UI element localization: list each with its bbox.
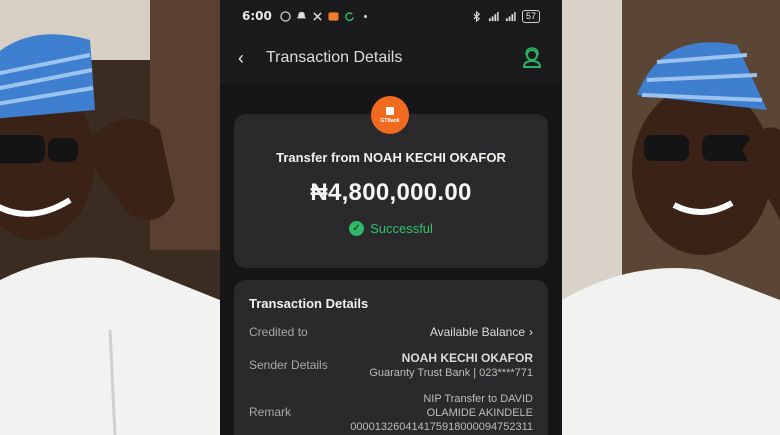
detail-row-sender: Sender Details NOAH KECHI OKAFOR Guarant… xyxy=(249,351,533,379)
notification-icons xyxy=(280,10,371,22)
x-twitter-icon xyxy=(313,11,322,21)
detail-value: Available Balance › xyxy=(430,325,533,339)
man-photo-right xyxy=(562,0,780,435)
transaction-details-card: Transaction Details Credited to Availabl… xyxy=(234,280,548,435)
man-photo-left xyxy=(0,0,220,435)
transfer-from-text: Transfer from NOAH KECHI OKAFOR xyxy=(276,150,506,165)
snapchat-icon xyxy=(296,11,306,18)
page-title: Transaction Details xyxy=(266,49,403,66)
credited-to-value: Available Balance xyxy=(429,325,525,339)
phone-screen: 6:00 57 ‹ Transaction Details GTBank Tra… xyxy=(220,0,562,435)
detail-label: Credited to xyxy=(249,325,308,339)
status-badge: ✓ Successful xyxy=(234,221,548,236)
status-text: Successful xyxy=(370,221,433,236)
detail-row-remark: Remark NIP Transfer to DAVID OLAMIDE AKI… xyxy=(249,391,533,433)
right-photo xyxy=(562,0,780,435)
details-heading: Transaction Details xyxy=(249,296,369,311)
refresh-icon xyxy=(345,11,354,21)
detail-value: NIP Transfer to DAVID OLAMIDE AKINDELE 0… xyxy=(350,391,533,433)
whatsapp-icon xyxy=(280,10,291,22)
left-photo xyxy=(0,0,220,435)
status-time: 6:00 xyxy=(242,9,272,23)
remark-line-2: OLAMIDE AKINDELE xyxy=(426,407,533,419)
gtbank-logo-icon xyxy=(386,106,394,115)
back-button[interactable]: ‹ xyxy=(238,48,266,69)
bank-name: GTBank xyxy=(380,117,400,124)
chevron-right-icon: › xyxy=(529,325,533,339)
detail-value: NOAH KECHI OKAFOR Guaranty Trust Bank | … xyxy=(369,351,533,379)
check-circle-icon: ✓ xyxy=(349,221,365,236)
customer-support-icon[interactable] xyxy=(520,46,544,70)
signal-icon xyxy=(488,11,499,21)
signal-2-icon xyxy=(505,11,516,21)
detail-row-credited-to[interactable]: Credited to Available Balance › xyxy=(249,325,533,339)
transaction-summary-card: Transfer from NOAH KECHI OKAFOR ₦4,800,0… xyxy=(234,114,548,268)
transaction-amount: ₦4,800,000.00 xyxy=(310,179,472,206)
sender-name: NOAH KECHI OKAFOR xyxy=(401,351,533,365)
app-bar: ‹ Transaction Details xyxy=(220,32,562,84)
battery-indicator: 57 xyxy=(521,9,540,23)
gtbank-logo: GTBank xyxy=(371,96,409,134)
bluetooth-icon xyxy=(473,10,481,22)
status-bar: 6:00 57 xyxy=(220,0,562,32)
remark-line-1: NIP Transfer to DAVID xyxy=(423,393,533,405)
dot-icon xyxy=(363,14,367,18)
sender-bank: Guaranty Trust Bank | 023****771 xyxy=(369,367,533,379)
system-icons: 57 xyxy=(471,9,540,23)
remark-line-3: 000013260414175918000094752311 xyxy=(350,421,533,433)
detail-label: Remark xyxy=(249,405,292,419)
app-notification-icon xyxy=(328,11,339,21)
content-area: GTBank Transfer from NOAH KECHI OKAFOR ₦… xyxy=(220,84,562,435)
detail-label: Sender Details xyxy=(249,358,328,372)
